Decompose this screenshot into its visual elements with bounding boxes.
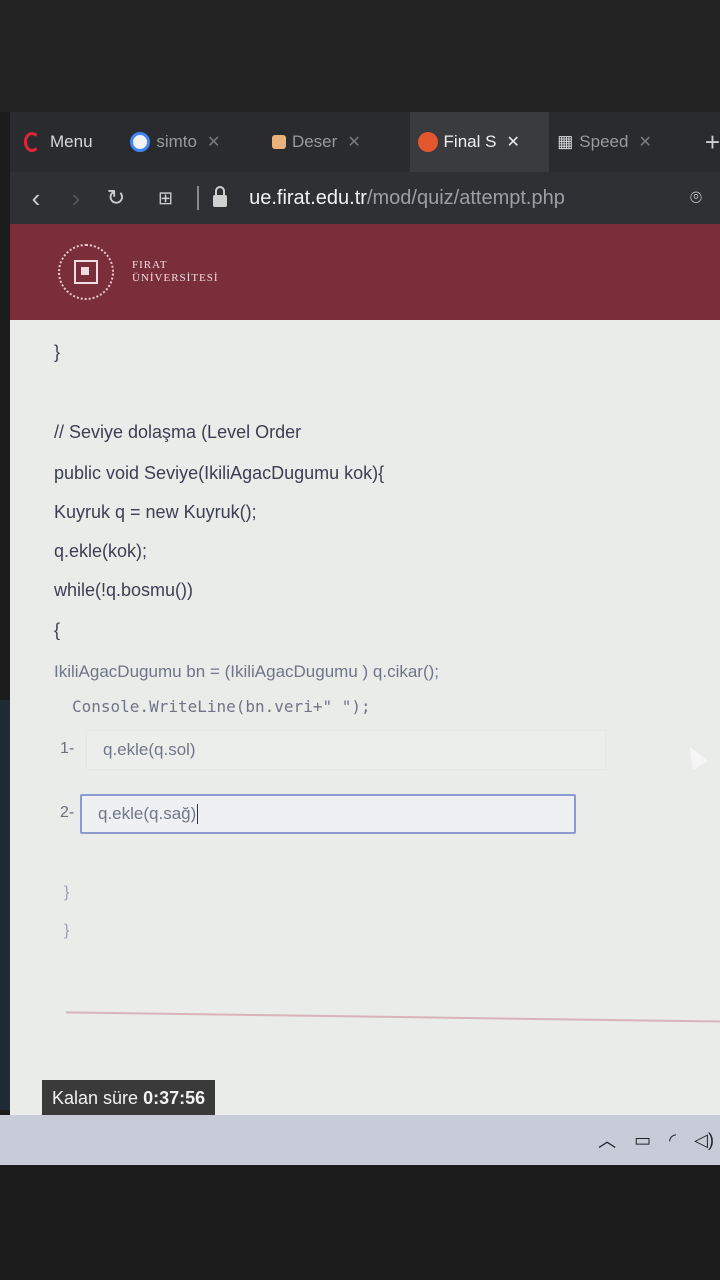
opera-icon [24, 132, 40, 152]
tab-label: Deser [291, 132, 338, 151]
code-line: { [54, 620, 61, 640]
url-field[interactable]: ue.firat.edu.tr/mod/quiz/attempt.php [249, 187, 565, 210]
url-host: ue.firat.edu.tr [249, 186, 367, 209]
wifi-icon[interactable]: ◜ [669, 1130, 676, 1151]
blank-number: 1- [60, 740, 75, 757]
site-name-line1: FIRAT [132, 259, 168, 271]
timer-value: 0:37:56 [143, 1087, 206, 1108]
code-line: } [64, 884, 70, 901]
code-line: } [54, 342, 61, 362]
site-name: FIRAT ÜNİVERSİTESİ [132, 259, 219, 285]
blank-number: 2- [60, 804, 75, 821]
code-line: q.ekle(kok); [54, 541, 148, 561]
code-line: while(!q.bosmu()) [54, 580, 194, 600]
speed-dial-icon: ▦ [557, 132, 574, 151]
forward-icon[interactable]: › [56, 183, 96, 214]
battery-icon[interactable]: ▭ [634, 1130, 651, 1151]
volume-icon[interactable]: ◁) [694, 1130, 714, 1151]
site-name-line2: ÜNİVERSİTESİ [132, 272, 219, 284]
divider [197, 186, 200, 210]
close-icon[interactable]: ✕ [207, 132, 220, 152]
tab-favicon [271, 135, 286, 149]
close-icon[interactable]: ✕ [347, 132, 360, 152]
tab-google[interactable]: simto ✕ [122, 112, 264, 172]
code-line: IkiliAgacDugumu bn = (IkiliAgacDugumu ) … [54, 662, 440, 681]
monitor-bezel [0, 0, 720, 112]
back-icon[interactable]: ‹ [16, 183, 56, 214]
text-caret [197, 804, 199, 824]
close-icon[interactable]: ✕ [638, 132, 651, 152]
tab-favicon [417, 132, 438, 152]
desktop-edge [0, 700, 10, 1110]
site-header: FIRAT ÜNİVERSİTESİ [10, 224, 720, 320]
tab-final[interactable]: Final S ✕ [409, 112, 550, 172]
answer-value: q.ekle(q.sağ) [98, 804, 197, 823]
logo-mark [74, 260, 98, 284]
tab-label: Speed [579, 132, 629, 151]
timer-label: Kalan süre [52, 1087, 139, 1108]
chevron-up-icon[interactable]: ︿ [598, 1127, 616, 1153]
tab-menu[interactable]: Menu [10, 112, 122, 172]
tab-deser[interactable]: Deser ✕ [264, 112, 410, 172]
answer-input-2[interactable]: q.ekle(q.sağ) [80, 794, 576, 834]
answer-value: q.ekle(q.sol) [103, 740, 196, 759]
speed-dial-icon[interactable]: ⊞ [158, 188, 173, 209]
code-line: Kuyruk q = new Kuyruk(); [54, 502, 257, 522]
quiz-timer: Kalan süre 0:37:56 [42, 1080, 216, 1116]
address-bar: ‹ › ↻ ⊞ ue.firat.edu.tr/mod/quiz/attempt… [10, 172, 720, 224]
mouse-pointer-icon [681, 741, 709, 771]
tab-bar: Menu simto ✕ Deser ✕ Final S ✕ ▦ Speed ✕… [10, 112, 720, 172]
tab-speed-dial[interactable]: ▦ Speed ✕ [549, 112, 693, 172]
tab-label: Final S [443, 132, 497, 151]
browser-window: Menu simto ✕ Deser ✕ Final S ✕ ▦ Speed ✕… [10, 112, 720, 1122]
lock-icon[interactable] [213, 186, 228, 207]
new-tab-button[interactable]: + [693, 127, 720, 158]
code-line: public void Seviye(IkiliAgacDugumu kok){ [54, 463, 385, 483]
close-icon[interactable]: ✕ [506, 132, 519, 152]
taskbar: ︿ ▭ ◜ ◁) [0, 1115, 720, 1165]
code-line: // Seviye dolaşma (Level Order [54, 422, 302, 442]
camera-icon[interactable]: ⌾ [690, 187, 702, 210]
university-logo[interactable] [58, 244, 114, 300]
google-icon [130, 132, 151, 152]
tab-label: Menu [50, 132, 93, 151]
code-line: } [64, 922, 70, 939]
divider [66, 1011, 720, 1023]
question-content: } // Seviye dolaşma (Level Order public … [10, 320, 720, 1122]
tab-label: simto [156, 132, 197, 151]
answer-input-1[interactable]: q.ekle(q.sol) [86, 730, 606, 770]
code-line: Console.WriteLine(bn.veri+" "); [72, 697, 371, 716]
url-path: /mod/quiz/attempt.php [366, 186, 565, 209]
reload-icon[interactable]: ↻ [96, 185, 136, 211]
